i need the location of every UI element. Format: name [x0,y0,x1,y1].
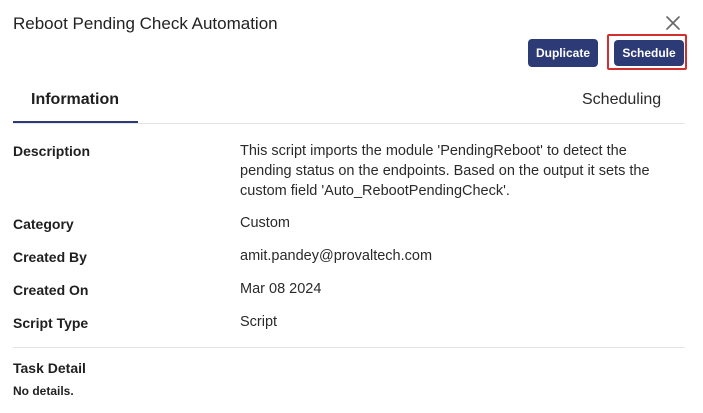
task-detail-title: Task Detail [13,360,86,376]
description-label: Description [13,143,91,159]
schedule-button[interactable]: Schedule [614,40,684,66]
description-value: This script imports the module 'PendingR… [240,143,650,199]
created-on-label: Created On [13,282,89,298]
tab-scheduling[interactable]: Scheduling [582,91,661,109]
script-type-label: Script Type [13,315,89,331]
tab-divider [13,123,685,124]
category-label: Category [13,216,74,232]
script-type-value: Script [240,314,278,330]
created-by-value: amit.pandey@provaltech.com [240,248,433,264]
close-icon[interactable] [664,14,682,32]
duplicate-button[interactable]: Duplicate [528,39,598,67]
tab-information[interactable]: Information [31,91,119,109]
created-by-label: Created By [13,249,87,265]
task-detail-body: No details. [13,384,74,398]
created-on-value: Mar 08 2024 [240,281,322,297]
category-value: Custom [240,215,290,231]
section-divider [13,347,685,348]
dialog-title: Reboot Pending Check Automation [13,14,278,33]
